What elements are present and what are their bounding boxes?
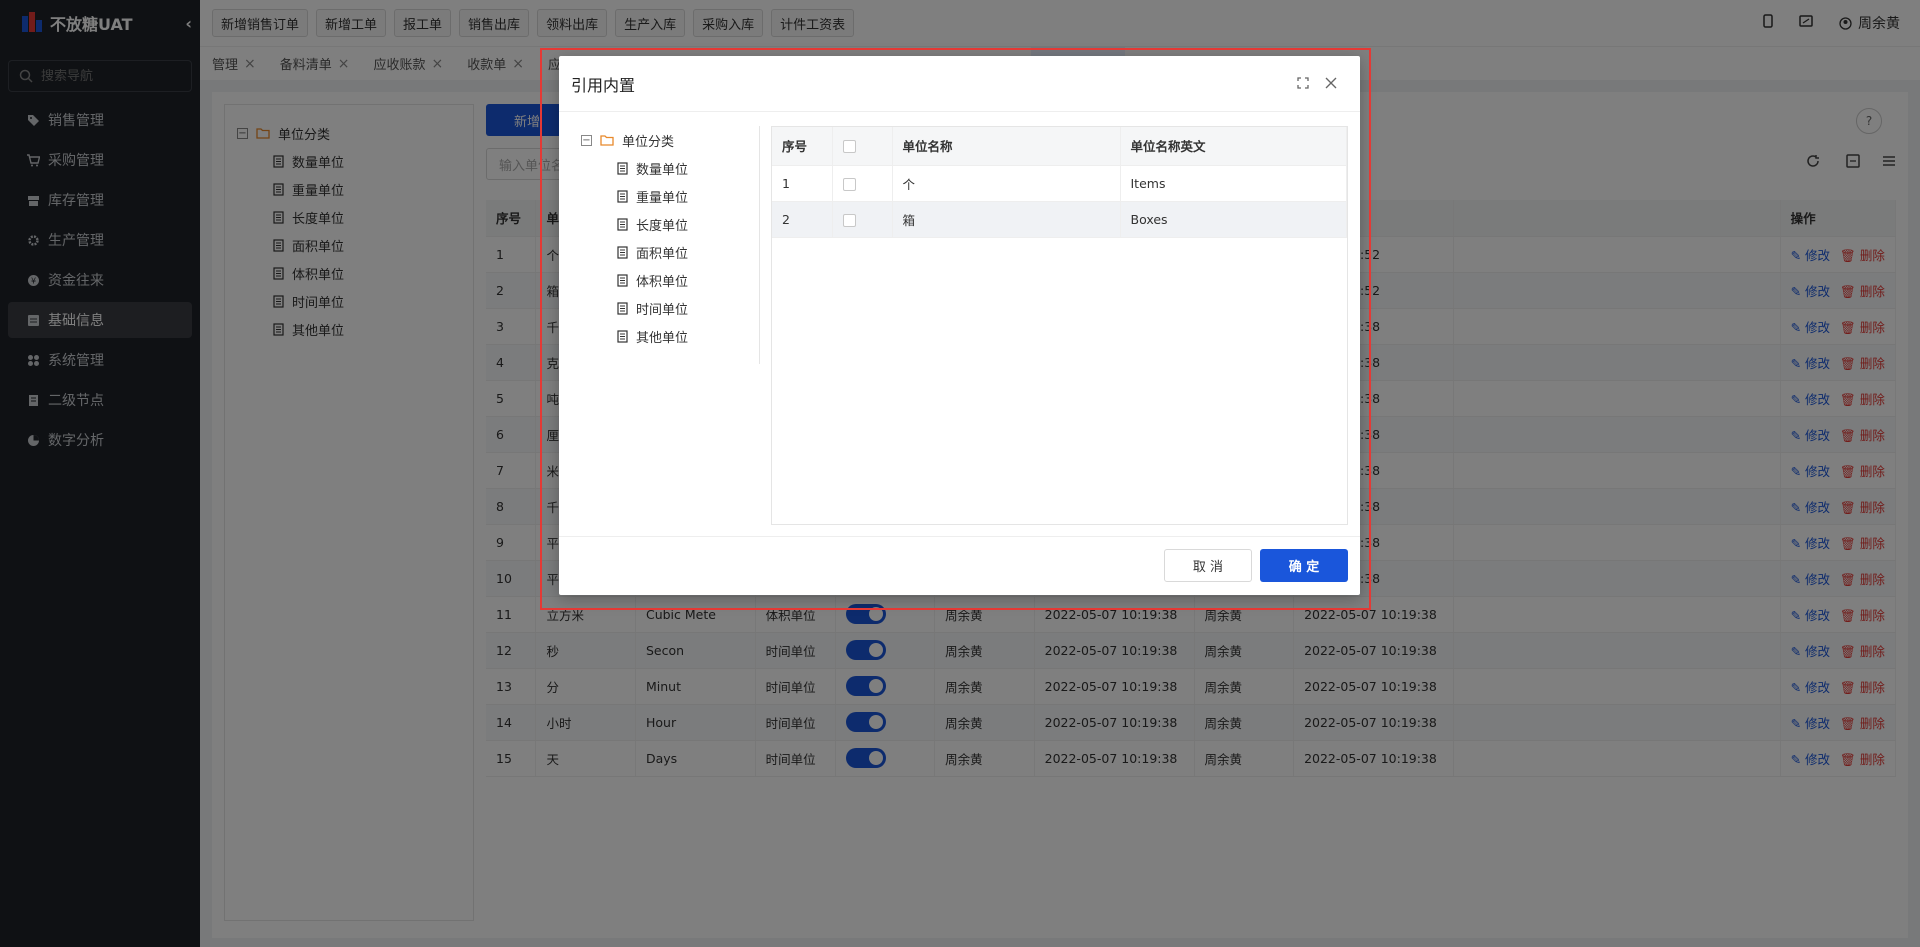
document-icon (617, 329, 628, 343)
tree-node-item[interactable]: 长度单位 (579, 210, 759, 238)
tree-node-item[interactable]: 重量单位 (579, 182, 759, 210)
document-icon (617, 161, 628, 175)
cancel-button[interactable]: 取 消 (1164, 549, 1252, 582)
tree-node-label: 体积单位 (636, 274, 689, 290)
tree-root[interactable]: − 单位分类 (579, 126, 759, 154)
document-icon (617, 245, 628, 259)
tree-node-label: 长度单位 (636, 218, 689, 234)
document-icon (617, 301, 628, 315)
tree-node-item[interactable]: 体积单位 (579, 266, 759, 294)
collapse-toggle-icon[interactable]: − (581, 134, 592, 146)
row-checkbox[interactable] (832, 201, 893, 238)
tree-node-label: 数量单位 (636, 162, 689, 178)
grid-row-no: 2 (772, 201, 833, 238)
grid-unit-name: 箱 (892, 201, 1121, 238)
col-no: 序号 (772, 127, 833, 166)
grid-unit-name-en: Items (1120, 165, 1347, 202)
select-all-checkbox[interactable] (832, 127, 893, 166)
document-icon (617, 189, 628, 203)
col-unit-name: 单位名称 (892, 127, 1121, 166)
tree-node-label: 面积单位 (636, 246, 689, 262)
grid-unit-name: 个 (892, 165, 1121, 202)
tree-node-label: 时间单位 (636, 302, 689, 318)
tree-root-label: 单位分类 (622, 134, 675, 150)
grid-row[interactable]: 2 箱 Boxes (772, 201, 1347, 238)
folder-open-icon (600, 134, 614, 146)
dialog-title: 引用内置 (571, 75, 636, 95)
grid-row[interactable]: 1 个 Items (772, 165, 1347, 202)
dialog-category-tree: − 单位分类数量单位重量单位长度单位面积单位体积单位时间单位其他单位 (579, 126, 760, 364)
tree-node-label: 重量单位 (636, 190, 689, 206)
tree-node-item[interactable]: 面积单位 (579, 238, 759, 266)
dialog-footer: 取 消 确 定 (559, 536, 1360, 595)
close-icon[interactable] (1325, 74, 1337, 93)
document-icon (617, 217, 628, 231)
tree-node-item[interactable]: 时间单位 (579, 294, 759, 322)
document-icon (617, 273, 628, 287)
fullscreen-icon[interactable] (1297, 74, 1309, 93)
checkbox[interactable] (842, 177, 856, 191)
grid-row-no: 1 (772, 165, 833, 202)
row-checkbox[interactable] (832, 165, 893, 202)
tree-node-item[interactable]: 数量单位 (579, 154, 759, 182)
grid-unit-name-en: Boxes (1120, 201, 1347, 238)
checkbox[interactable] (842, 213, 856, 227)
dialog-header: 引用内置 (559, 56, 1360, 112)
col-unit-name-en: 单位名称英文 (1120, 127, 1347, 166)
tree-node-item[interactable]: 其他单位 (579, 322, 759, 350)
tree-node-label: 其他单位 (636, 330, 689, 346)
builtin-unit-grid: 序号 单位名称 单位名称英文 1 个 Items 2 箱 Boxes (771, 126, 1348, 525)
import-builtin-dialog: 引用内置 − 单位分类数量单位重量单位长度单位面积单位体积单位时间单位其他单位 序… (559, 56, 1360, 595)
confirm-button[interactable]: 确 定 (1260, 549, 1348, 582)
dialog-body: − 单位分类数量单位重量单位长度单位面积单位体积单位时间单位其他单位 序号 单位名… (559, 112, 1360, 536)
